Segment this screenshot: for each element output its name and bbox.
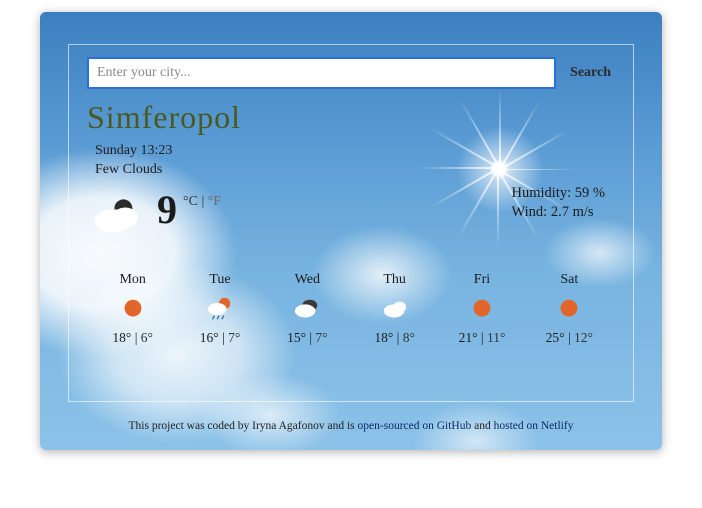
unit-toggle: °C | °F (183, 194, 221, 210)
forecast-day-name: Mon (89, 272, 176, 288)
forecast-temps: 25° | 12° (526, 330, 613, 346)
forecast-low: 6° (141, 330, 153, 345)
unit-fahrenheit[interactable]: °F (208, 194, 221, 209)
wind-row: Wind: 2.7 m/s (512, 203, 605, 223)
forecast-low: 7° (315, 330, 327, 345)
forecast-day: Wed 15° | 7° (264, 272, 351, 346)
wind-value: 2.7 m/s (551, 204, 594, 220)
weather-description: Few Clouds (95, 161, 615, 180)
footer-mid2: and (471, 420, 493, 432)
cloudy-dark-icon (293, 296, 321, 320)
city-name: Simferopol (87, 99, 615, 136)
forecast-high: 18° (374, 330, 393, 345)
forecast-low: 8° (403, 330, 415, 345)
clear-icon (468, 296, 496, 320)
forecast-row: Mon 18° | 6° Tue 16° | 7° Wed 15° | 7° Thu 18° … (87, 272, 615, 346)
forecast-high: 25° (546, 330, 565, 345)
footer-credit: This project was coded by Iryna Agafonov… (40, 420, 662, 432)
current-temperature: 9 (157, 190, 177, 230)
humidity-wind-block: Humidity: 59 % Wind: 2.7 m/s (512, 184, 605, 223)
clear-icon (119, 296, 147, 320)
forecast-low: 12° (574, 330, 593, 345)
clear-icon (555, 296, 583, 320)
github-link[interactable]: open-sourced on GitHub (358, 420, 472, 432)
humidity-row: Humidity: 59 % (512, 184, 605, 204)
city-search-input[interactable] (87, 57, 556, 89)
forecast-day: Sat 25° | 12° (526, 272, 613, 346)
wind-label: Wind: (512, 204, 551, 220)
unit-celsius[interactable]: °C (183, 194, 198, 209)
forecast-day: Fri 21° | 11° (438, 272, 525, 346)
forecast-day-name: Fri (438, 272, 525, 288)
netlify-link[interactable]: hosted on Netlify (494, 420, 574, 432)
humidity-value: 59 % (575, 185, 605, 201)
forecast-temps: 21° | 11° (438, 330, 525, 346)
search-row: Search (87, 57, 615, 89)
humidity-label: Humidity: (512, 185, 575, 201)
forecast-low: 11° (487, 330, 505, 345)
forecast-high: 18° (112, 330, 131, 345)
forecast-high: 16° (200, 330, 219, 345)
footer-mid1: and is (325, 420, 358, 432)
forecast-day-name: Sat (526, 272, 613, 288)
datetime: Sunday 13:23 (95, 142, 615, 161)
search-button[interactable]: Search (566, 59, 615, 87)
few-clouds-icon (91, 194, 145, 238)
partly-rain-icon (206, 296, 234, 320)
footer-prefix: This project was coded by (129, 420, 253, 432)
forecast-high: 21° (459, 330, 478, 345)
forecast-temps: 18° | 6° (89, 330, 176, 346)
current-row: 9 °C | °F Humidity: 59 % Wind: 2.7 m/s (91, 190, 615, 238)
weather-card: Search Simferopol Sunday 13:23 Few Cloud… (40, 12, 662, 450)
forecast-temps: 18° | 8° (351, 330, 438, 346)
weather-panel: Search Simferopol Sunday 13:23 Few Cloud… (68, 44, 634, 402)
unit-separator: | (198, 194, 208, 209)
forecast-day: Mon 18° | 6° (89, 272, 176, 346)
forecast-day-name: Wed (264, 272, 351, 288)
forecast-low: 7° (228, 330, 240, 345)
cloud-icon (381, 296, 409, 320)
forecast-day: Thu 18° | 8° (351, 272, 438, 346)
current-meta: Sunday 13:23 Few Clouds (95, 142, 615, 180)
footer-author: Iryna Agafonov (252, 420, 325, 432)
forecast-high: 15° (287, 330, 306, 345)
forecast-temps: 16° | 7° (176, 330, 263, 346)
forecast-temps: 15° | 7° (264, 330, 351, 346)
forecast-day: Tue 16° | 7° (176, 272, 263, 346)
forecast-day-name: Tue (176, 272, 263, 288)
forecast-day-name: Thu (351, 272, 438, 288)
